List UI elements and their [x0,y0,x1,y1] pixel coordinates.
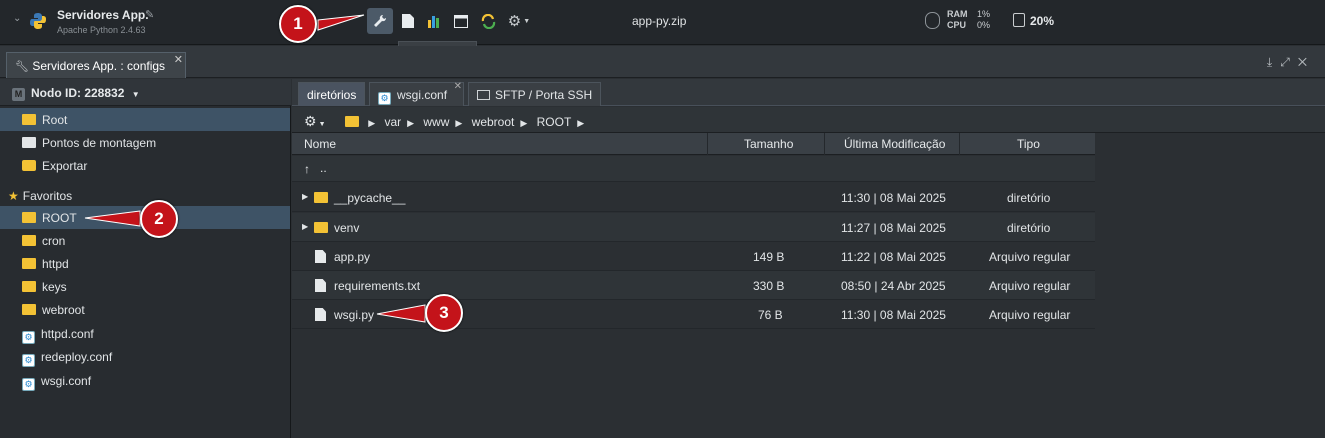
callout-badge-3: 3 [425,294,463,332]
callout-badge-1: 1 [279,5,317,43]
callout-badge-2: 2 [140,200,178,238]
callout-arrows [84,14,426,323]
